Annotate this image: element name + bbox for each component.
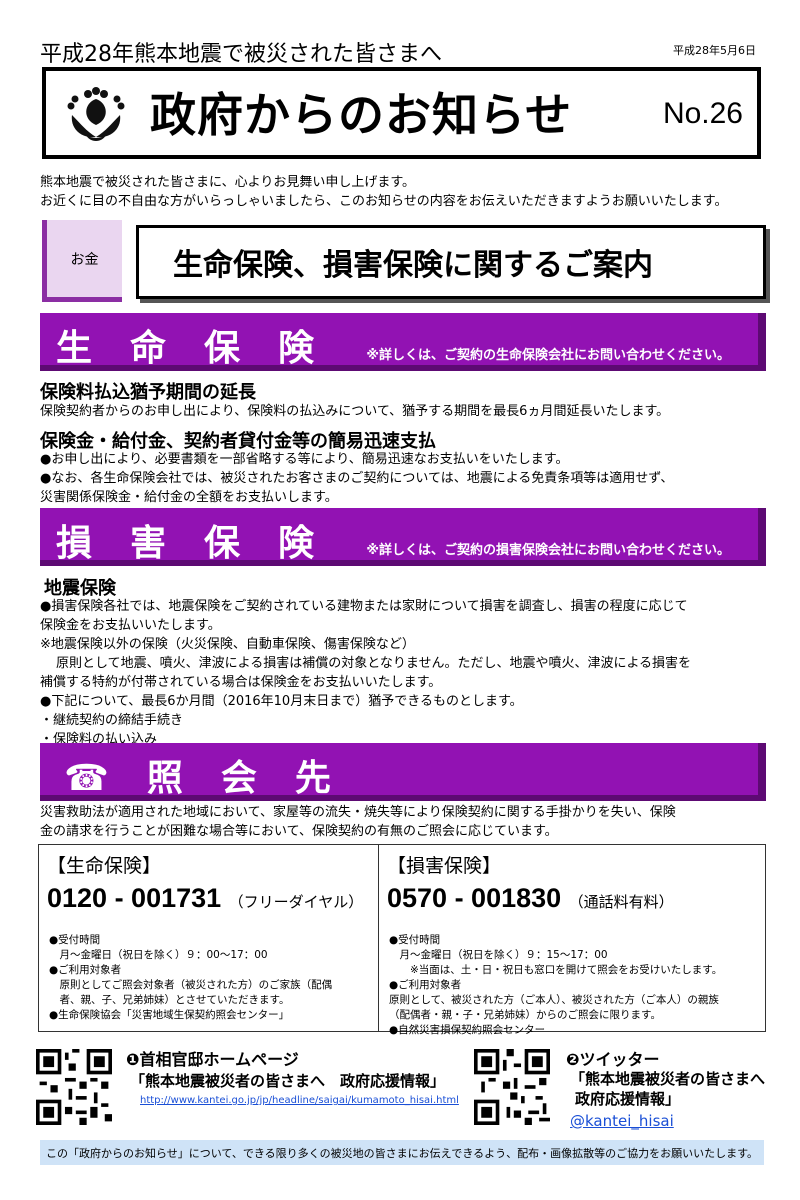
life-contact-phone[interactable]: 0120 - 001731 （フリーダイヤル） [47, 883, 363, 914]
damage-banner-title: 損害保険 [56, 523, 353, 564]
life-bullets: ●お申し出により、必要書類を一部省略する等により、簡易迅速なお支払いをいたします… [40, 450, 673, 507]
damage-line-2: 保険金をお支払いいたします。 [40, 618, 221, 633]
homepage-name: 「熊本地震被災者の皆さまへ 政府応援情報」 [130, 1072, 446, 1090]
damage-line-7: ・継続契約の締結手続き [40, 713, 184, 728]
damage-contact-box: 【損害保険】 0570 - 001830 （通話料有料） ●受付時間 月～金曜日… [379, 844, 766, 1036]
damage-detail-line: ●ご利用対象者 [389, 979, 462, 991]
life-contact-heading: 【生命保険】 [47, 855, 162, 877]
life-detail-line: 原則としてご照会対象者（被災された方）のご家族（配偶 [49, 979, 333, 991]
damage-line-3: ※地震保険以外の保険（火災保険、自動車保険、傷害保険など） [40, 637, 415, 652]
life-contact-box: 【生命保険】 0120 - 001731 （フリーダイヤル） ●受付時間 月～金… [38, 844, 379, 1032]
inquiry-text: 災害救助法が適用された地域において、家屋等の流失・焼失等により保険契約に関する手… [40, 803, 676, 841]
twitter-label: ❷ツイッター [566, 1050, 660, 1069]
life-banner-title: 生命保険 [56, 328, 353, 369]
telephone-icon: ☎ [64, 758, 147, 799]
intro-line-1: 熊本地震で被災された皆さまに、心よりお見舞い申し上げます。 [40, 175, 416, 190]
damage-line-1: ●損害保険各社では、地震保険をご契約されている建物または家財について損害を調査し… [40, 599, 688, 614]
life-heading-1: 保険料払込猶予期間の延長 [40, 382, 256, 403]
damage-phone-note: （通話料有料） [568, 893, 674, 911]
homepage-link[interactable]: http://www.kantei.go.jp/jp/headline/saig… [140, 1095, 459, 1106]
damage-body: ●損害保険各社では、地震保険をご契約されている建物または家財について損害を調査し… [40, 597, 691, 749]
damage-detail-line: （配偶者・親・子・兄弟姉妹）からのご照会に限ります。 [389, 1009, 661, 1021]
inquiry-text-2: 金の請求を行うことが困難な場合等において、保険契約の有無のご照会に応じています。 [40, 824, 558, 839]
life-paragraph-1: 保険契約者からのお申し出により、保険料の払込みについて、猶予する期間を最長6ヵ月… [40, 404, 670, 419]
inquiry-banner: ☎照会先 [40, 743, 766, 801]
intro-line-2: お近くに目の不自由な方がいらっしゃいましたら、このお知らせの内容をお伝えいただき… [40, 194, 728, 209]
damage-insurance-banner: 損害保険 ※詳しくは、ご契約の損害保険会社にお問い合わせください。 [40, 508, 766, 566]
twitter-name-2: 政府応援情報」 [575, 1090, 681, 1108]
damage-detail-line: ※当面は、土・日・祝日も窓口を開けて照会をお受けいたします。 [389, 964, 723, 976]
topic-title: 生命保険、損害保険に関するご案内 [136, 225, 766, 299]
inquiry-banner-title: ☎照会先 [64, 749, 369, 801]
inquiry-banner-text: 照会先 [146, 758, 369, 799]
damage-contact-heading: 【損害保険】 [387, 855, 502, 877]
damage-line-4: 原則として地震、噴火、津波による損害は補償の対象となりません。ただし、地震や噴火… [56, 656, 692, 671]
life-phone-note: （フリーダイヤル） [228, 893, 364, 911]
twitter-handle-link[interactable]: @kantei_hisai [570, 1112, 674, 1130]
issue-number: No.26 [662, 97, 743, 130]
life-detail-line: 月～金曜日（祝日を除く）９：00～17：00 [49, 949, 268, 961]
damage-line-6: ●下記について、最長6か月間（2016年10月末日まで）猶予できるものとします。 [40, 694, 523, 709]
header-line: 平成28年熊本地震で被災された皆さまへ [40, 42, 442, 67]
intro-text: 熊本地震で被災された皆さまに、心よりお見舞い申し上げます。 お近くに目の不自由な… [40, 173, 727, 211]
life-detail-line: ●生命保険協会「災害地域生保契約照会センター」 [49, 1009, 290, 1021]
life-bullet-1: ●お申し出により、必要書類を一部省略する等により、簡易迅速なお支払いをいたします… [40, 452, 569, 467]
life-contact-details: ●受付時間 月～金曜日（祝日を除く）９：00～17：00 ●ご利用対象者 原則と… [49, 933, 332, 1023]
paulownia-crest-icon [67, 87, 125, 141]
damage-detail-line: ●自然災害損保契約照会センター [389, 1024, 546, 1036]
damage-detail-line: 原則として、被災された方（ご本人）、被災された方（ご本人）の親族 [389, 994, 719, 1006]
life-phone-number[interactable]: 0120 - 001731 [47, 883, 221, 913]
damage-detail-line: ●受付時間 [389, 934, 441, 946]
issue-date: 平成28年5月6日 [673, 44, 756, 57]
life-detail-line: ●ご利用対象者 [49, 964, 122, 976]
twitter-name-1: 「熊本地震被災者の皆さまへ [570, 1070, 766, 1088]
life-insurance-banner: 生命保険 ※詳しくは、ご契約の生命保険会社にお問い合わせください。 [40, 313, 766, 371]
qr-code-icon[interactable] [36, 1049, 112, 1125]
life-bullet-2a: ●なお、各生命保険会社では、被災されたお客さまのご契約については、地震による免責… [40, 471, 674, 486]
qr-code-icon[interactable] [474, 1049, 550, 1125]
inquiry-text-1: 災害救助法が適用された地域において、家屋等の流失・焼失等により保険契約に関する手… [40, 805, 676, 820]
page-title: 政府からのお知らせ [150, 88, 573, 142]
damage-contact-details: ●受付時間 月～金曜日（祝日を除く）９：15～17：00 ※当面は、土・日・祝日… [389, 933, 722, 1038]
footer-notice: この「政府からのお知らせ」について、できる限り多くの被災地の皆さまにお伝えできる… [40, 1140, 764, 1165]
damage-contact-phone[interactable]: 0570 - 001830 （通話料有料） [387, 883, 674, 914]
category-tag: お金 [42, 220, 122, 302]
life-bullet-2b: 災害関係保険金・給付金の全額をお支払いします。 [40, 490, 338, 505]
life-detail-line: 者、親、子、兄弟姉妹）とさせていただきます。 [49, 994, 290, 1006]
damage-line-5: 補償する特約が付帯されている場合は保険金をお支払いいたします。 [40, 675, 442, 690]
damage-phone-number[interactable]: 0570 - 001830 [387, 883, 561, 913]
damage-detail-line: 月～金曜日（祝日を除く）９：15～17：00 [389, 949, 608, 961]
life-banner-note: ※詳しくは、ご契約の生命保険会社にお問い合わせください。 [366, 348, 730, 363]
title-box: 政府からのお知らせ No.26 [42, 67, 761, 159]
homepage-label: ❶首相官邸ホームページ [126, 1050, 299, 1069]
damage-banner-note: ※詳しくは、ご契約の損害保険会社にお問い合わせください。 [366, 543, 730, 558]
life-detail-line: ●受付時間 [49, 934, 101, 946]
